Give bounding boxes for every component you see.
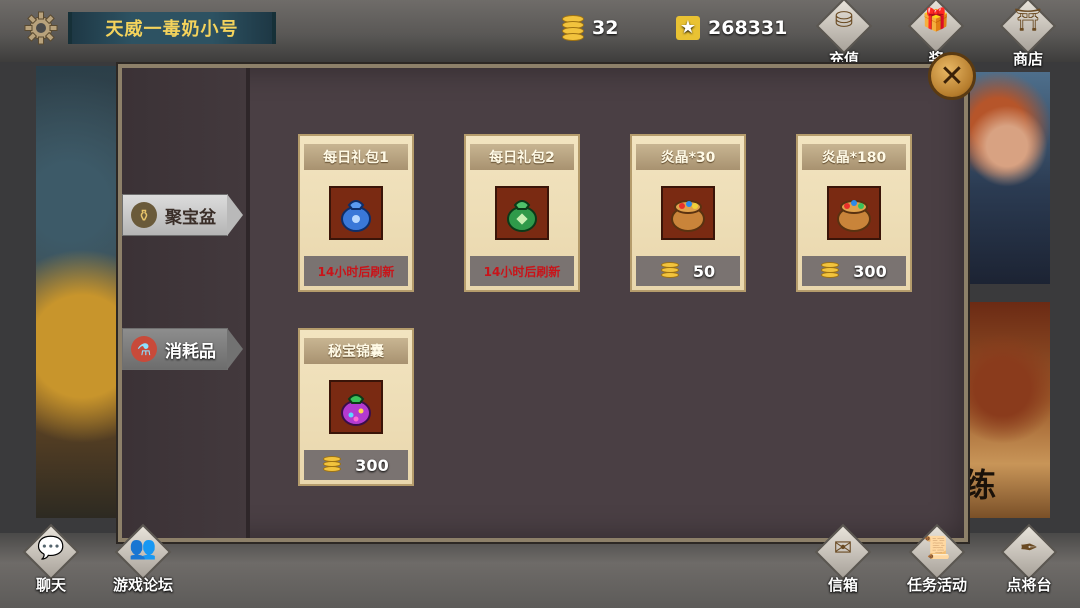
item-footer: 14小时后刷新	[304, 256, 408, 286]
shop-label: 商店	[1012, 50, 1043, 68]
mailbox-button[interactable]: ✉ 信箱	[806, 523, 880, 600]
gem-sack-icon	[661, 186, 715, 240]
item-title: 每日礼包1	[304, 144, 408, 170]
quests-label: 任务活动	[906, 576, 967, 594]
points-counter: ★ 268331	[676, 12, 787, 44]
potion-icon: ⚗	[131, 336, 157, 362]
chat-label: 聊天	[35, 576, 66, 594]
tab-treasure-bowl[interactable]: ⚱ 聚宝盆	[122, 194, 243, 236]
coin-counter: 32	[562, 12, 618, 44]
close-button[interactable]: ✕	[928, 52, 976, 100]
points-count: 268331	[708, 17, 788, 39]
forum-button[interactable]: 👥 游戏论坛	[106, 523, 180, 600]
shop-panel: ⚱ 聚宝盆 ⚗ 消耗品 每日礼包1 14小时后刷新 每日礼包2 14小时后刷新 …	[118, 64, 968, 542]
coin-stack-icon	[323, 456, 342, 474]
left-hero-artwork	[36, 66, 120, 518]
chat-button[interactable]: 💬 聊天	[14, 523, 88, 600]
quill-icon: ✒	[1019, 536, 1039, 561]
shop-item-card[interactable]: 秘宝锦囊 300	[298, 328, 414, 486]
pagoda-icon: ⛩	[1014, 8, 1042, 33]
right-heroine-artwork	[964, 72, 1050, 284]
item-price: 300	[323, 455, 389, 475]
right-horse-artwork: 练	[964, 302, 1050, 518]
item-footer: 50	[636, 256, 740, 286]
green-bag-icon	[495, 186, 549, 240]
item-footer: 300	[802, 256, 906, 286]
gift-icon: 🎁	[922, 8, 950, 33]
coin-stack-icon	[562, 15, 584, 41]
coin-stack-icon	[660, 262, 679, 280]
close-icon: ✕	[939, 58, 965, 94]
price-value: 300	[355, 455, 389, 475]
item-price: 50	[660, 261, 716, 281]
item-footer: 300	[304, 450, 408, 480]
item-title: 秘宝锦囊	[304, 338, 408, 364]
refresh-countdown: 14小时后刷新	[483, 264, 561, 279]
shop-item-card[interactable]: 每日礼包1 14小时后刷新	[298, 134, 414, 292]
recharge-button[interactable]: ⛁ 充值	[812, 0, 876, 68]
purple-bag-icon	[329, 380, 383, 434]
item-title: 炎晶*180	[802, 144, 906, 170]
tab-consumables-label: 消耗品	[165, 341, 216, 362]
item-title: 每日礼包2	[470, 144, 574, 170]
mail-icon: ✉	[833, 536, 853, 561]
item-price: 300	[821, 261, 887, 281]
banner-char: 练	[964, 466, 997, 504]
shop-item-card[interactable]: 每日礼包2 14小时后刷新	[464, 134, 580, 292]
treasure-bowl-icon: ⚱	[131, 202, 157, 228]
blue-bag-icon	[329, 186, 383, 240]
lucky-bag-icon: ⛁	[834, 8, 854, 33]
quests-button[interactable]: 📜 任务活动	[900, 523, 974, 600]
shop-item-card[interactable]: 炎晶*180 300	[796, 134, 912, 292]
tab-treasure-bowl-label: 聚宝盆	[165, 207, 216, 228]
settings-gear-icon[interactable]	[22, 9, 60, 47]
player-name-plate: 天威一毒奶小号	[68, 12, 276, 44]
tab-consumables[interactable]: ⚗ 消耗品	[122, 328, 243, 370]
price-value: 50	[692, 261, 716, 281]
category-sidebar	[122, 68, 250, 538]
refresh-countdown: 14小时后刷新	[317, 264, 395, 279]
generals-button[interactable]: ✒ 点将台	[992, 523, 1066, 600]
generals-label: 点将台	[1006, 576, 1052, 594]
shop-item-card[interactable]: 炎晶*30 50	[630, 134, 746, 292]
forum-icon: 👥	[129, 536, 157, 561]
gem-sack-icon	[827, 186, 881, 240]
star-icon: ★	[676, 16, 700, 40]
forum-label: 游戏论坛	[112, 576, 173, 594]
price-value: 300	[853, 261, 887, 281]
item-footer: 14小时后刷新	[470, 256, 574, 286]
shop-button[interactable]: ⛩ 商店	[996, 0, 1060, 68]
mailbox-label: 信箱	[827, 576, 858, 594]
coin-stack-icon	[821, 262, 840, 280]
player-name: 天威一毒奶小号	[105, 19, 239, 40]
coin-count: 32	[592, 17, 619, 39]
item-title: 炎晶*30	[636, 144, 740, 170]
chat-icon: 💬	[37, 536, 65, 561]
scroll-icon: 📜	[923, 536, 951, 561]
